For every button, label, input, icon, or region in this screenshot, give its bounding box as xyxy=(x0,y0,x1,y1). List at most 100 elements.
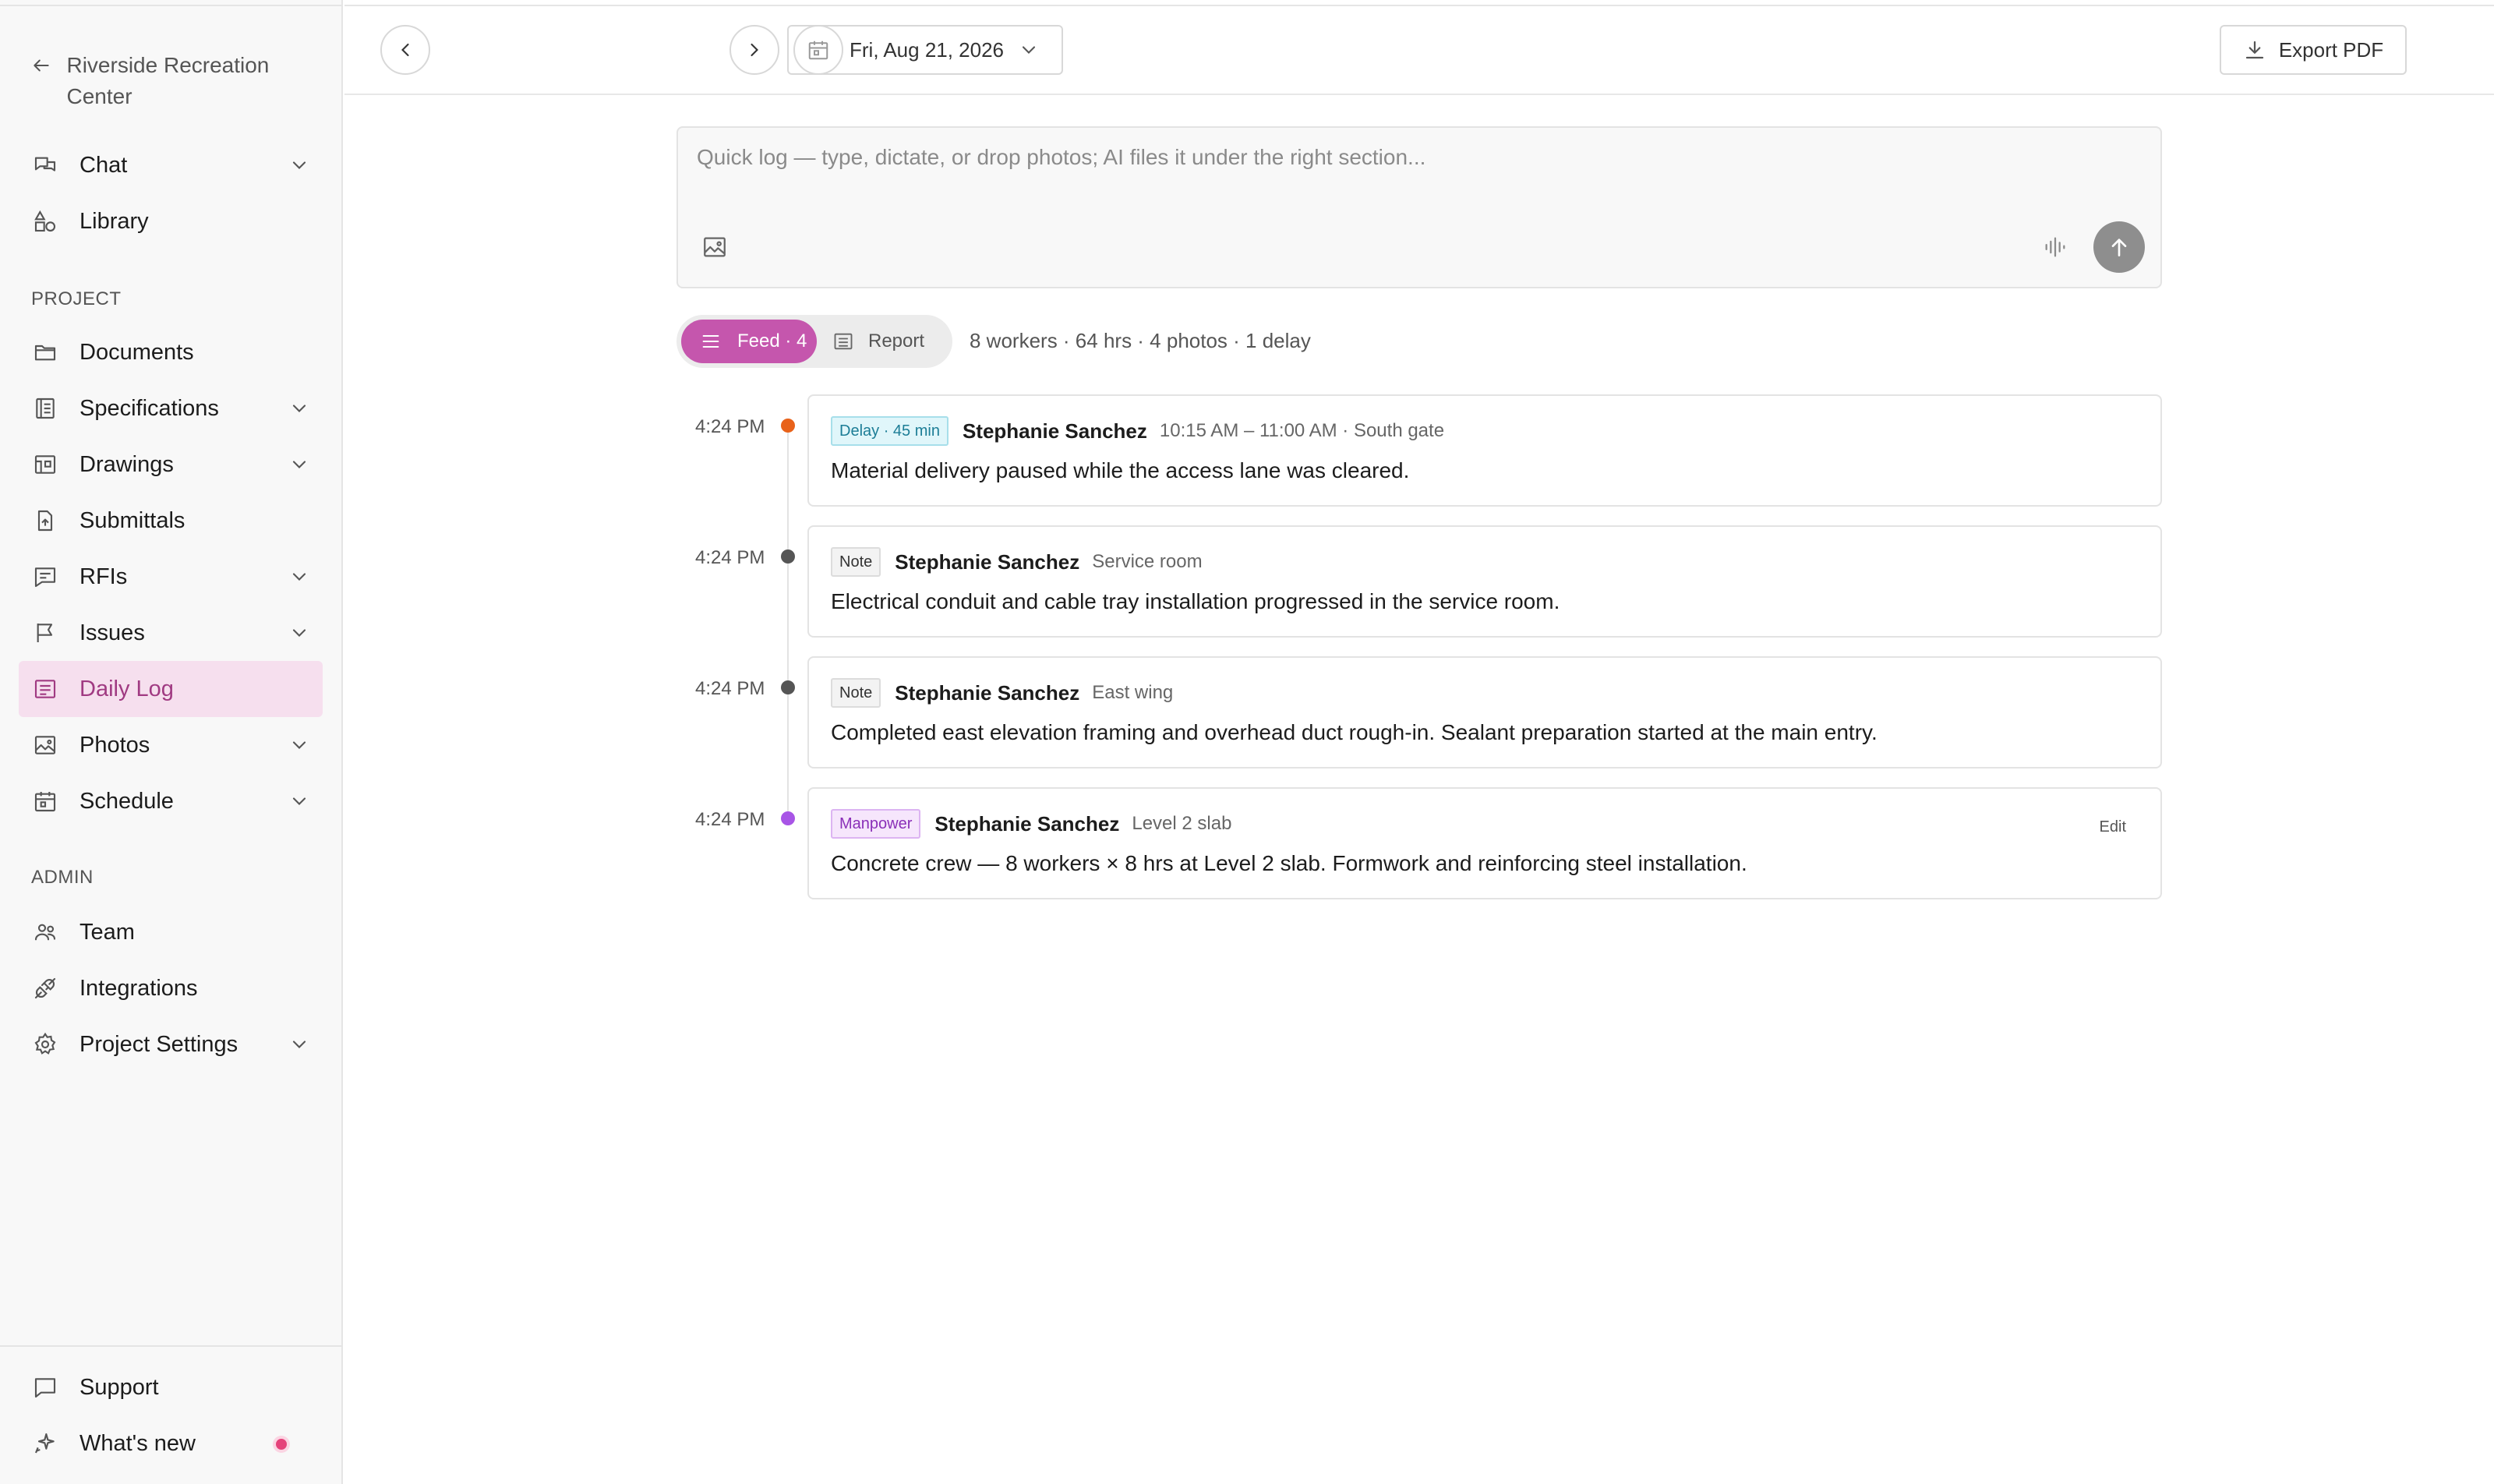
sidebar-item-label: RFIs xyxy=(79,564,128,589)
sidebar-bottom-divider xyxy=(0,1345,343,1347)
sidebar-item-label: Project Settings xyxy=(79,1031,238,1057)
file-upload-icon xyxy=(31,507,59,535)
log-entry-card[interactable]: Note Stephanie Sanchez East wing Complet… xyxy=(807,656,2162,768)
tab-report-label: Report xyxy=(868,330,925,352)
sidebar-item-schedule[interactable]: Schedule xyxy=(19,773,323,829)
folder-icon xyxy=(31,338,59,366)
sidebar-item-label: Support xyxy=(79,1374,159,1400)
sidebar-item-integrations[interactable]: Integrations xyxy=(19,960,323,1016)
chevron-down-icon xyxy=(1018,39,1040,61)
chevron-down-icon[interactable] xyxy=(288,1034,310,1055)
chevron-down-icon[interactable] xyxy=(288,154,310,176)
sidebar-item-label: Issues xyxy=(79,620,145,645)
flag-icon xyxy=(31,619,59,647)
sidebar-item-chat[interactable]: Chat xyxy=(19,137,323,193)
sidebar-item-submittals[interactable]: Submittals xyxy=(19,493,323,549)
previous-day-button[interactable] xyxy=(380,25,430,75)
edit-entry-button[interactable]: Edit xyxy=(2100,818,2126,836)
timeline-line xyxy=(787,429,789,818)
calendar-icon xyxy=(31,787,59,815)
entry-type-badge: Manpower xyxy=(831,809,921,839)
tab-report[interactable]: Report xyxy=(832,320,924,363)
entry-author: Stephanie Sanchez xyxy=(895,680,1080,705)
sidebar-item-label: Drawings xyxy=(79,451,174,477)
log-entry-card[interactable]: Manpower Stephanie Sanchez Level 2 slab … xyxy=(807,787,2162,899)
entry-type-badge: Note xyxy=(831,678,881,708)
entry-time: 4:24 PM xyxy=(695,809,765,830)
sidebar-item-label: Documents xyxy=(79,339,194,365)
arrow-left-icon xyxy=(31,50,55,81)
blueprint-icon xyxy=(31,450,59,479)
sidebar-item-label: Chat xyxy=(79,152,128,178)
sidebar-item-photos[interactable]: Photos xyxy=(19,717,323,773)
sidebar-item-rfis[interactable]: RFIs xyxy=(19,549,323,605)
chevron-left-icon xyxy=(394,39,416,61)
entry-meta: 10:15 AM – 11:00 AM · South gate xyxy=(1159,420,1445,441)
download-icon xyxy=(2243,38,2266,62)
sidebar-item-label: Library xyxy=(79,208,149,234)
entry-text: Completed east elevation framing and ove… xyxy=(831,720,1878,744)
daily-summary: 8 workers · 64 hrs · 4 photos · 1 delay xyxy=(970,329,1311,352)
quick-log-composer xyxy=(676,126,2162,288)
project-name: Riverside Recreation Center xyxy=(66,53,270,108)
export-pdf-label: Export PDF xyxy=(2278,37,2384,62)
sidebar-item-project-settings[interactable]: Project Settings xyxy=(19,1016,323,1072)
chevron-down-icon[interactable] xyxy=(288,398,310,419)
entry-text: Electrical conduit and cable tray instal… xyxy=(831,589,1560,613)
quick-log-input[interactable] xyxy=(697,145,2139,192)
chevron-down-icon[interactable] xyxy=(288,566,310,588)
image-icon xyxy=(31,731,59,759)
log-entry-card[interactable]: Delay · 45 min Stephanie Sanchez 10:15 A… xyxy=(807,394,2162,507)
sidebar-item-documents[interactable]: Documents xyxy=(19,324,323,380)
sidebar-item-library[interactable]: Library xyxy=(19,193,323,249)
admin-section-label: ADMIN xyxy=(31,867,94,888)
entry-text: Material delivery paused while the acces… xyxy=(831,458,1410,482)
sidebar-item-drawings[interactable]: Drawings xyxy=(19,436,323,493)
today-button[interactable] xyxy=(793,25,843,75)
toolbar-top-divider xyxy=(344,0,2494,6)
send-button[interactable] xyxy=(2093,221,2145,273)
entry-type-dot xyxy=(781,419,795,433)
entry-type-badge: Delay · 45 min xyxy=(831,416,948,446)
log-entry-card[interactable]: Note Stephanie Sanchez Service room Elec… xyxy=(807,525,2162,638)
dictate-audio-icon[interactable] xyxy=(2042,234,2070,262)
chevron-down-icon[interactable] xyxy=(288,454,310,475)
notification-dot xyxy=(276,1439,287,1450)
entry-type-dot xyxy=(781,680,795,694)
message-question-icon xyxy=(31,563,59,591)
export-pdf-button[interactable]: Export PDF xyxy=(2220,25,2407,75)
tab-feed[interactable]: Feed · 4 xyxy=(681,320,817,363)
sidebar-item-label: Photos xyxy=(79,732,150,758)
report-icon xyxy=(832,330,854,352)
attach-photo-icon[interactable] xyxy=(701,234,729,262)
selected-date: Fri, Aug 21, 2026 xyxy=(850,37,1005,62)
chevron-down-icon[interactable] xyxy=(288,734,310,756)
chevron-down-icon[interactable] xyxy=(288,622,310,644)
sidebar-item-daily-log[interactable]: Daily Log xyxy=(19,661,323,717)
back-to-project-link[interactable]: Riverside Recreation Center xyxy=(31,50,327,112)
entry-time: 4:24 PM xyxy=(695,547,765,568)
sidebar-item-issues[interactable]: Issues xyxy=(19,605,323,661)
sidebar-top-divider xyxy=(0,0,343,6)
sidebar: Riverside Recreation Center Chat Library… xyxy=(0,0,343,1484)
sidebar-item-support[interactable]: Support xyxy=(19,1359,323,1415)
spec-document-icon xyxy=(31,394,59,422)
chevron-down-icon[interactable] xyxy=(288,790,310,812)
entry-type-dot xyxy=(781,549,795,564)
entry-text: Concrete crew — 8 workers × 8 hrs at Lev… xyxy=(831,851,1747,875)
entry-author: Stephanie Sanchez xyxy=(962,419,1147,443)
sidebar-item-label: Schedule xyxy=(79,788,174,814)
list-icon xyxy=(700,330,722,352)
sidebar-item-label: Specifications xyxy=(79,395,219,421)
next-day-button[interactable] xyxy=(729,25,779,75)
toolbar: Fri, Aug 21, 2026 Export PDF xyxy=(344,0,2494,95)
arrow-up-icon xyxy=(2107,235,2132,260)
calendar-today-icon xyxy=(807,38,830,62)
entry-author: Stephanie Sanchez xyxy=(934,811,1120,836)
entry-meta: Level 2 slab xyxy=(1132,813,1232,834)
sidebar-item-whats-new[interactable]: What's new xyxy=(19,1415,323,1472)
sidebar-item-specifications[interactable]: Specifications xyxy=(19,380,323,436)
entry-time: 4:24 PM xyxy=(695,678,765,699)
sidebar-item-label: Daily Log xyxy=(79,676,174,701)
sidebar-item-team[interactable]: Team xyxy=(19,904,323,960)
